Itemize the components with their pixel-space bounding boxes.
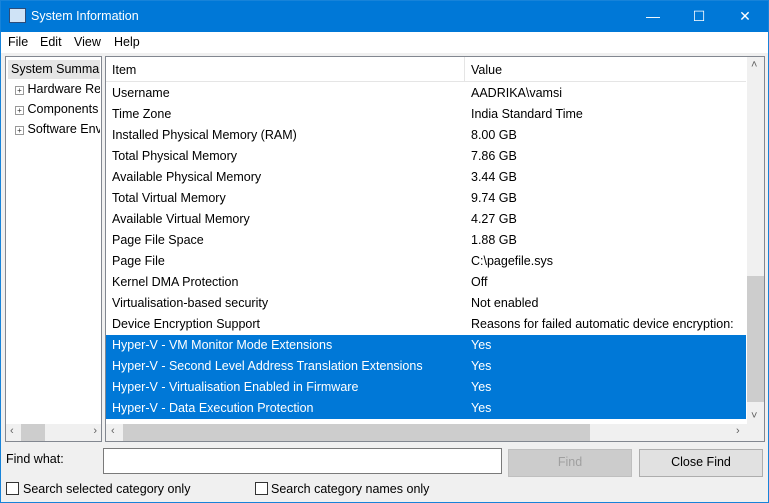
item-cell: Total Physical Memory [112,149,238,163]
table-row[interactable]: Total Virtual Memory 9.74 GB [106,188,746,209]
scroll-right-arrow[interactable]: › [736,425,740,437]
close-find-button[interactable]: Close Find [639,449,763,477]
tree-item-software[interactable]: Software Environment [27,122,100,136]
table-row[interactable]: Username AADRIKA\vamsi [106,83,746,104]
table-row[interactable]: Page File C:\pagefile.sys [106,251,746,272]
value-cell: 4.27 GB [471,212,517,226]
column-header-item[interactable]: Item [112,63,136,77]
scroll-left-arrow[interactable]: ‹ [111,425,115,437]
table-vscrollbar[interactable]: ˄ ˅ [747,57,764,424]
table-row[interactable]: Virtualisation-based security Not enabled [106,293,746,314]
item-cell: Username [112,86,170,100]
value-cell: Yes [471,380,492,394]
category-tree: System Summary + Hardware Resources + Co… [5,56,102,442]
item-cell: Time Zone [112,107,172,121]
table-row[interactable]: Hyper-V - VM Monitor Mode Extensions Yes [106,335,746,356]
table-row[interactable]: Total Physical Memory 7.86 GB [106,146,746,167]
table-row[interactable]: Installed Physical Memory (RAM) 8.00 GB [106,125,746,146]
menu-view[interactable]: View [74,35,101,49]
item-cell: Available Virtual Memory [112,212,250,226]
item-cell: Total Virtual Memory [112,191,226,205]
table-row[interactable]: Kernel DMA Protection Off [106,272,746,293]
scroll-left-arrow[interactable]: ‹ [10,425,14,437]
value-cell: Yes [471,359,492,373]
tree-item-system-summary[interactable]: System Summary [8,60,100,79]
expand-icon[interactable]: + [15,86,24,95]
find-label: Find what: [6,452,64,466]
table-row[interactable]: Available Virtual Memory 4.27 GB [106,209,746,230]
search-names-label[interactable]: Search category names only [271,482,429,496]
menu-edit[interactable]: Edit [40,35,62,49]
table-hscrollbar[interactable]: ‹ › [106,424,764,441]
close-button[interactable]: ✕ [722,1,768,32]
scroll-thumb[interactable] [21,424,45,441]
table-row[interactable]: Time Zone India Standard Time [106,104,746,125]
scroll-up-arrow[interactable]: ˄ [751,59,757,71]
item-cell: Hyper-V - Second Level Address Translati… [112,359,423,373]
scroll-right-arrow[interactable]: › [93,425,97,437]
item-cell: Hyper-V - Data Execution Protection [112,401,314,415]
table-header: Item Value [106,57,746,82]
item-cell: Hyper-V - Virtualisation Enabled in Firm… [112,380,359,394]
table-row[interactable]: Hyper-V - Second Level Address Translati… [106,356,746,377]
system-information-window: System Information — ☐ ✕ File Edit View … [0,0,769,503]
find-button[interactable]: Find [508,449,632,477]
value-cell: AADRIKA\vamsi [471,86,562,100]
item-cell: Virtualisation-based security [112,296,269,310]
item-cell: Hyper-V - VM Monitor Mode Extensions [112,338,333,352]
value-cell: 7.86 GB [471,149,517,163]
title-bar: System Information — ☐ ✕ [1,1,768,32]
value-cell: 3.44 GB [471,170,517,184]
value-cell: India Standard Time [471,107,583,121]
value-cell: 9.74 GB [471,191,517,205]
scroll-down-arrow[interactable]: ˅ [751,410,757,422]
app-icon [9,8,26,23]
value-cell: Yes [471,401,492,415]
table-row[interactable]: Available Physical Memory 3.44 GB [106,167,746,188]
value-cell: 8.00 GB [471,128,517,142]
table-row[interactable]: Hyper-V - Virtualisation Enabled in Firm… [106,377,746,398]
menu-help[interactable]: Help [114,35,140,49]
maximize-button[interactable]: ☐ [676,1,722,32]
tree-item-components[interactable]: Components [27,102,98,116]
item-cell: Page File [112,254,165,268]
item-cell: Page File Space [112,233,204,247]
search-selected-label[interactable]: Search selected category only [23,482,190,496]
find-input[interactable] [103,448,502,474]
value-cell: Reasons for failed automatic device encr… [471,317,734,331]
menu-bar: File Edit View Help [1,32,768,53]
value-cell: Not enabled [471,296,539,310]
item-cell: Device Encryption Support [112,317,260,331]
item-cell: Kernel DMA Protection [112,275,239,289]
scroll-thumb[interactable] [123,424,590,441]
table-row[interactable]: Page File Space 1.88 GB [106,230,746,251]
details-table: Item Value Username AADRIKA\vamsi Time Zon… [105,56,765,442]
table-row[interactable]: Hyper-V - Data Execution Protection Yes [106,398,746,419]
search-names-checkbox[interactable] [255,482,268,495]
value-cell: Off [471,275,488,289]
value-cell: Yes [471,338,492,352]
tree-hscrollbar[interactable]: ‹ › [6,424,101,441]
scroll-thumb[interactable] [747,276,764,402]
search-selected-checkbox[interactable] [6,482,19,495]
expand-icon[interactable]: + [15,126,24,135]
menu-file[interactable]: File [8,35,28,49]
minimize-button[interactable]: — [630,1,676,32]
item-cell: Installed Physical Memory (RAM) [112,128,297,142]
expand-icon[interactable]: + [15,106,24,115]
value-cell: C:\pagefile.sys [471,254,553,268]
item-cell: Available Physical Memory [112,170,262,184]
column-header-value[interactable]: Value [471,63,502,77]
tree-item-hardware[interactable]: Hardware Resources [27,82,100,96]
value-cell: 1.88 GB [471,233,517,247]
window-title: System Information [31,9,139,23]
table-row[interactable]: Device Encryption Support Reasons for fai… [106,314,746,335]
